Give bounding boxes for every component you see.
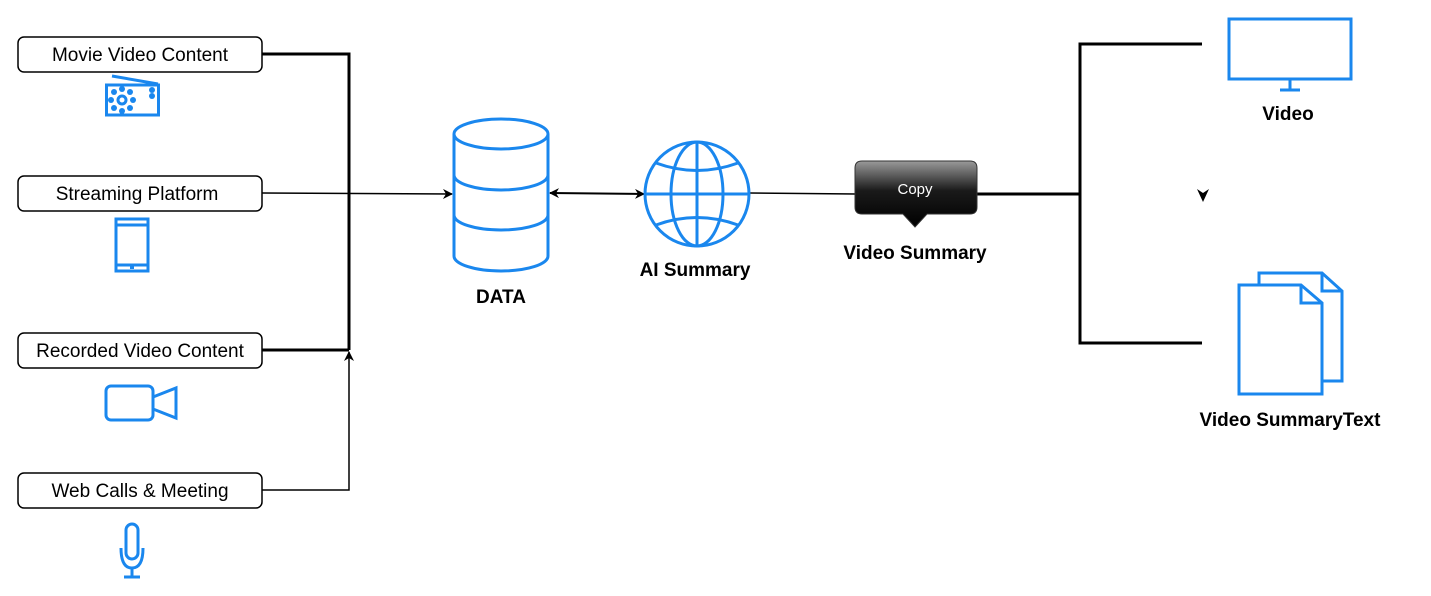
source-label: Streaming Platform [56, 184, 219, 205]
source-movie: Movie Video Content [17, 36, 263, 73]
database-icon [452, 117, 550, 273]
video-output-label: Video [1262, 104, 1313, 125]
radio-icon [105, 74, 160, 117]
connector-ai-summary [749, 192, 857, 195]
source-recorded: Recorded Video Content [17, 332, 263, 369]
diagram: Movie Video Content Streaming Platform R… [17, 17, 1382, 579]
monitor-icon [1227, 17, 1353, 92]
connector-webcalls [262, 351, 354, 491]
globe-icon [643, 140, 751, 248]
source-label: Recorded Video Content [36, 341, 244, 362]
source-label: Web Calls & Meeting [51, 481, 228, 502]
summary-text-output-label: Video SummaryText [1200, 410, 1382, 431]
video-camera-icon [104, 384, 178, 422]
smartphone-icon [114, 217, 150, 273]
video-summary-label: Video Summary [843, 243, 987, 264]
connector-data-ai [549, 188, 645, 199]
source-webcalls: Web Calls & Meeting [17, 472, 263, 509]
copy-button[interactable]: Copy [854, 160, 978, 228]
source-label: Movie Video Content [52, 45, 229, 66]
microphone-icon [119, 522, 145, 579]
source-streaming: Streaming Platform [17, 175, 263, 212]
connector-movie [262, 52, 351, 350]
connector-split [1078, 42, 1202, 345]
arrowhead-icon [1197, 189, 1209, 202]
ai-summary-label: AI Summary [640, 260, 751, 281]
documents-icon [1237, 271, 1344, 396]
data-label: DATA [476, 287, 526, 308]
connector-streaming [261, 188, 453, 199]
copy-label: Copy [897, 181, 933, 198]
